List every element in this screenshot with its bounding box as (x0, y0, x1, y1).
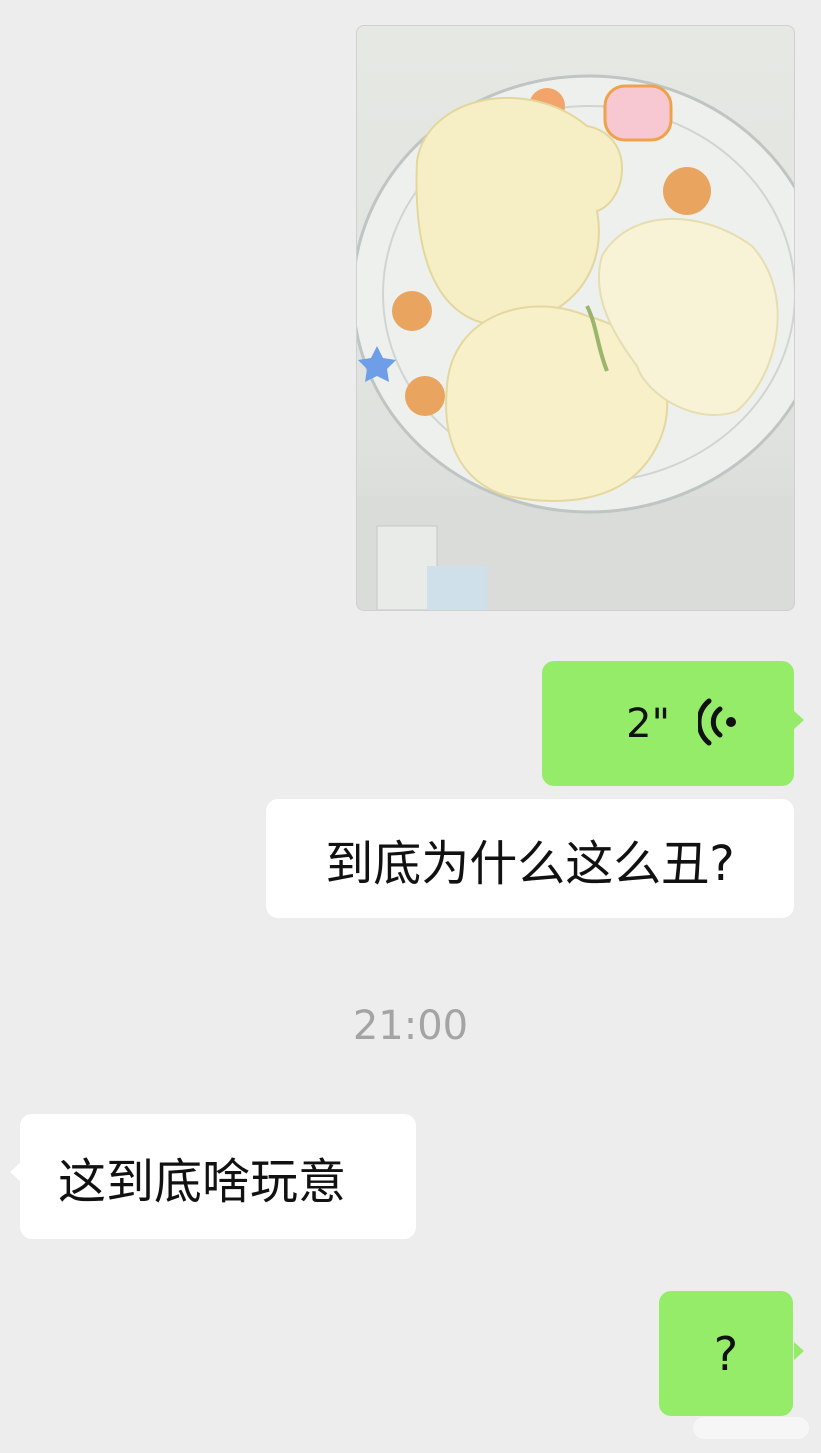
bubble-tail (10, 1163, 20, 1181)
bubble-tail (794, 711, 804, 729)
voice-message-bubble[interactable]: 2" (542, 661, 794, 786)
message-bubble-outgoing[interactable]: ? (659, 1291, 793, 1416)
message-bubble-incoming[interactable]: 这到底啥玩意 (20, 1114, 416, 1239)
photo-message[interactable] (356, 25, 795, 611)
chat-timestamp: 21:00 (352, 1003, 469, 1049)
bubble-tail (794, 1342, 804, 1360)
steamed-buns-photo (357, 74, 794, 610)
message-text: ? (713, 1326, 739, 1381)
voice-wave-icon (696, 697, 738, 751)
watermark-mark (691, 1411, 811, 1445)
voice-duration: 2" (626, 700, 670, 747)
message-text: 这到底啥玩意 (58, 1153, 347, 1210)
message-text: 到底为什么这么丑? (325, 835, 735, 892)
message-bubble-outgoing[interactable]: 到底为什么这么丑? (266, 799, 794, 918)
